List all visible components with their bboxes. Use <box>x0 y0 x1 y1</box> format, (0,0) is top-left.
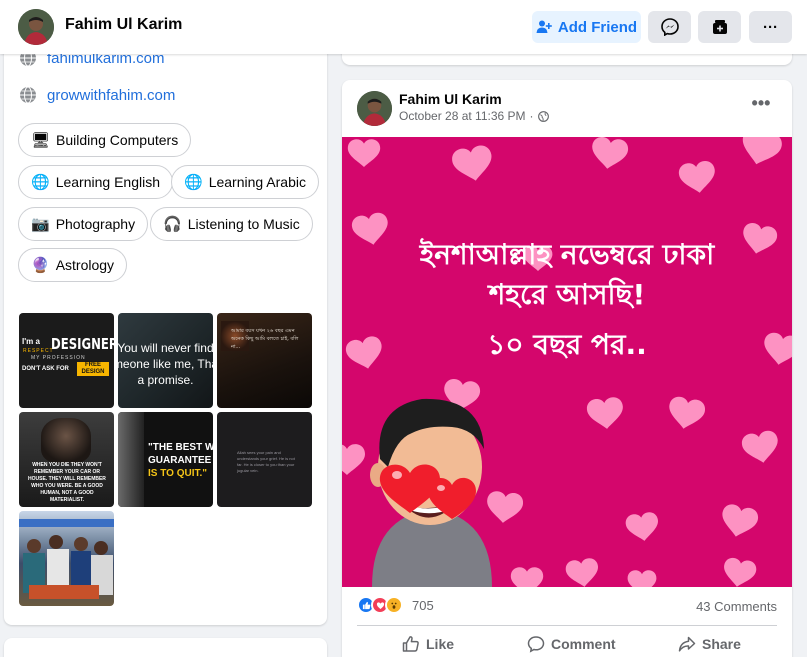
photo-text: RESPECT <box>23 348 54 354</box>
photo-text: "THE BEST WAY <box>148 442 213 453</box>
photo-text: MY PROFESSION <box>31 355 86 361</box>
comment-button[interactable]: Comment <box>527 632 616 656</box>
share-label: Share <box>702 636 741 652</box>
more-options-button[interactable]: ··· <box>749 11 792 43</box>
action-divider <box>357 625 777 626</box>
hobby-photography[interactable]: 📷 Photography <box>18 207 149 241</box>
profile-avatar[interactable] <box>18 9 54 45</box>
hobby-astrology[interactable]: 🔮 Astrology <box>18 248 128 282</box>
photo-text: a promise. <box>137 373 194 387</box>
hobby-label: Learning English <box>55 174 160 190</box>
save-button[interactable] <box>698 11 741 43</box>
hobby-building-computers[interactable]: 🖥 Building Computers <box>18 123 192 157</box>
hobby-learning-arabic[interactable]: 🌐 Learning Arabic <box>171 165 319 199</box>
photo-group[interactable] <box>19 511 114 606</box>
photo-designer[interactable]: I'm a RESPECT DESIGNER MY PROFESSION DON… <box>19 313 114 408</box>
photo-allah-quote[interactable]: Allah sees your pain and understands you… <box>217 412 312 507</box>
add-friend-label: Add Friend <box>557 18 638 36</box>
add-friend-icon <box>536 20 552 33</box>
camera-icon: 📷 <box>31 215 50 233</box>
photo-text: DON'T ASK FOR <box>22 366 69 372</box>
crystal-ball-icon: 🔮 <box>31 256 50 274</box>
more-options-icon: ··· <box>763 18 778 36</box>
comment-icon <box>527 636 545 653</box>
reactions-summary[interactable]: 705 <box>357 596 434 614</box>
post-author-avatar[interactable] <box>357 91 392 126</box>
photos-card <box>4 638 327 657</box>
like-button[interactable]: Like <box>402 632 454 656</box>
post-author-name[interactable]: Fahim Ul Karim <box>399 91 502 107</box>
photo-text: আমার বয়স যখন ২৬ বছর এমন অনেক কিছু আমি ব… <box>231 328 299 350</box>
hobby-listening-to-music[interactable]: 🎧 Listening to Music <box>150 207 313 241</box>
post-meta: October 28 at 11:36 PM · <box>399 109 549 123</box>
headphones-icon: 🎧 <box>163 215 182 233</box>
photo-john-wick[interactable]: WHEN YOU DIE THEY WON'T REMEMBER YOUR CA… <box>19 412 114 507</box>
comment-label: Comment <box>551 636 616 652</box>
computer-icon: 🖥 <box>31 131 51 149</box>
intro-card: fahimulkarim.com growwithfahim.com 🖥 Bui… <box>4 40 327 625</box>
hobby-label: Astrology <box>55 257 115 273</box>
separator-dot: · <box>529 109 534 123</box>
globe-icon: 🌐 <box>184 173 203 191</box>
post-image-line-3: ১০ বছর পর.. <box>487 328 647 361</box>
post-image[interactable]: ইনশাআল্লাহ নভেম্বরে ঢাকা শহরে আসছি! ১০ ব… <box>342 137 792 587</box>
photo-text: DESIGNER <box>51 335 114 353</box>
profile-header: Fahim Ul Karim Add Friend ··· <box>0 0 807 54</box>
globe-icon <box>20 86 36 104</box>
messenger-icon <box>660 18 679 36</box>
photo-promise[interactable]: You will never find someone like me, Tha… <box>118 313 213 408</box>
hobby-label: Photography <box>55 216 136 232</box>
hobby-label: Listening to Music <box>187 216 300 232</box>
photo-text: FREE DESIGN <box>77 362 109 376</box>
website-link-2[interactable]: growwithfahim.com <box>19 86 175 104</box>
photo-text: someone like me, That's <box>118 357 213 371</box>
globe-icon: 🌐 <box>31 173 50 191</box>
like-label: Like <box>426 636 455 652</box>
hobby-label: Learning Arabic <box>208 174 306 190</box>
post-date[interactable]: October 28 at 11:36 PM <box>399 109 526 123</box>
photo-text: GUARANTEE A L <box>148 455 213 466</box>
profile-name[interactable]: Fahim Ul Karim <box>65 16 182 34</box>
share-button[interactable]: Share <box>678 632 741 656</box>
post-card: Fahim Ul Karim October 28 at 11:36 PM · … <box>342 80 792 657</box>
photo-text: I'm a <box>22 337 40 346</box>
comments-count[interactable]: 43 Comments <box>696 599 777 614</box>
reaction-count: 705 <box>412 597 434 613</box>
photo-bengali-quote[interactable]: আমার বয়স যখন ২৬ বছর এমন অনেক কিছু আমি ব… <box>217 313 312 408</box>
add-friend-button[interactable]: Add Friend <box>532 11 641 43</box>
website-link-text[interactable]: growwithfahim.com <box>47 87 175 104</box>
photo-text: Allah sees your pain and understands you… <box>237 450 295 473</box>
messenger-button[interactable] <box>648 11 691 43</box>
photo-text: IS TO QUIT." <box>148 468 208 479</box>
share-icon <box>678 636 696 652</box>
like-icon <box>402 636 419 652</box>
post-options-button[interactable]: ••• <box>747 94 775 118</box>
public-globe-icon <box>537 110 549 122</box>
hobby-label: Building Computers <box>56 132 179 148</box>
photo-text: You will never find <box>118 341 213 355</box>
photo-text: WHEN YOU DIE THEY WON'T REMEMBER YOUR CA… <box>28 462 106 503</box>
wow-reaction-icon <box>385 596 403 614</box>
hobby-learning-english[interactable]: 🌐 Learning English <box>18 165 173 199</box>
save-icon <box>712 20 727 34</box>
post-image-line-2: শহরে আসছি! <box>488 278 646 311</box>
photo-best-way[interactable]: "THE BEST WAY GUARANTEE A L IS TO QUIT." <box>118 412 213 507</box>
